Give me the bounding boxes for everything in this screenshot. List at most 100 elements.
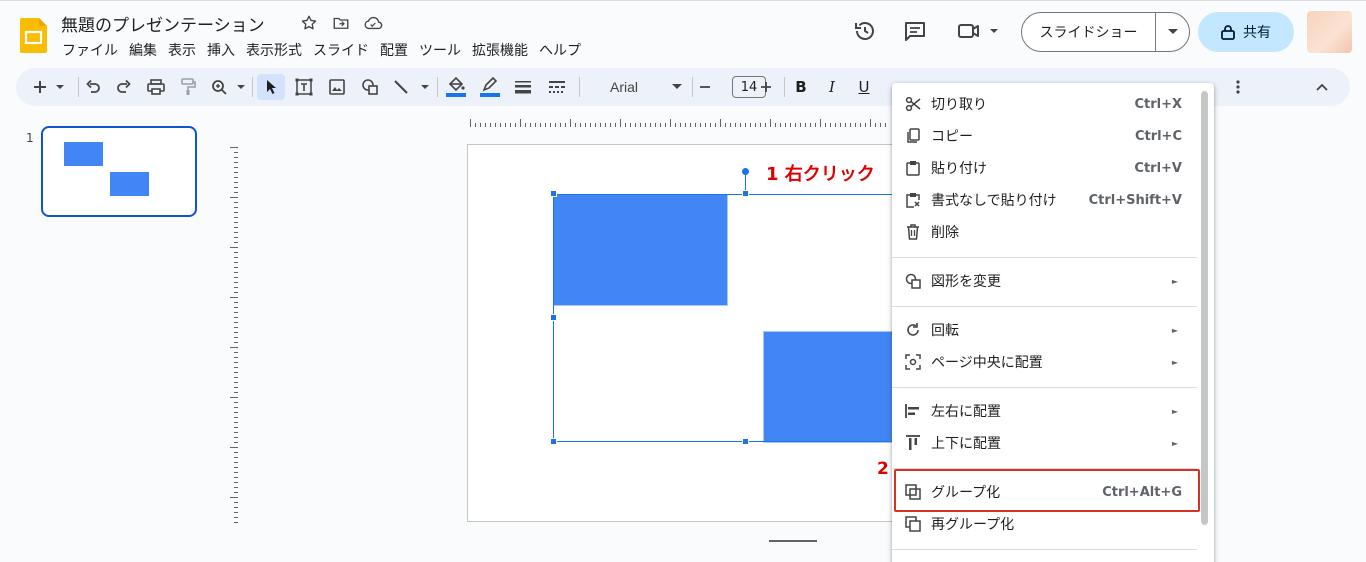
menu-item-paste[interactable]: 貼り付け Ctrl+V [892, 152, 1198, 184]
align-horizontal-icon [904, 402, 922, 420]
bold-button[interactable]: B [789, 74, 813, 100]
comments-icon[interactable] [902, 18, 928, 44]
menu-item-shortcut: Ctrl+Alt+G [1102, 484, 1182, 500]
border-dash-icon[interactable] [544, 74, 570, 100]
fill-color-icon[interactable] [443, 74, 469, 100]
menu-item-delete[interactable]: 削除 [892, 216, 1198, 248]
decrease-font-size-icon[interactable] [694, 74, 716, 100]
rectangle-shape[interactable] [763, 331, 903, 443]
insert-image-icon[interactable] [324, 74, 350, 100]
border-weight-icon[interactable] [510, 74, 536, 100]
version-history-icon[interactable] [852, 18, 878, 44]
slide-number: 1 [26, 131, 34, 145]
menu-item-change-shape[interactable]: 図形を変更 ► [892, 265, 1198, 297]
menu-tools[interactable]: ツール [419, 39, 467, 61]
chevron-down-icon [672, 84, 682, 89]
submenu-arrow-icon: ► [1171, 406, 1178, 416]
menu-item-paste-without-formatting[interactable]: 書式なしで貼り付け Ctrl+Shift+V [892, 184, 1198, 216]
resize-handle[interactable] [742, 438, 749, 445]
menu-item-label: 再グループ化 [931, 517, 1015, 533]
menu-insert[interactable]: 挿入 [207, 39, 241, 61]
context-menu-scrollbar[interactable] [1201, 91, 1208, 525]
cloud-saved-icon[interactable] [362, 12, 384, 34]
menu-bar: ファイル 編集 表示 挿入 表示形式 スライド 配置 ツール 拡張機能 ヘルプ [62, 39, 592, 61]
google-slides-logo[interactable] [20, 18, 47, 53]
step1-annotation: 1 右クリック [766, 164, 875, 185]
toolbar-divider [784, 77, 785, 97]
shape-icon[interactable] [357, 74, 383, 100]
slide-thumbnail[interactable] [41, 126, 197, 217]
share-button[interactable]: 共有 [1198, 12, 1294, 52]
menu-item-label: グループ化 [931, 485, 1001, 501]
resize-handle[interactable] [550, 190, 557, 197]
slideshow-label[interactable]: スライドショー [1022, 22, 1155, 42]
menu-extensions[interactable]: 拡張機能 [472, 39, 534, 61]
menu-item-label: 書式なしで貼り付け [931, 193, 1057, 209]
font-family-select[interactable]: Arial [594, 74, 686, 100]
rectangle-shape[interactable] [553, 194, 728, 306]
collapse-menus-icon[interactable] [1310, 74, 1334, 100]
speaker-notes-handle[interactable] [769, 540, 817, 542]
meet-video-icon[interactable] [956, 18, 1002, 44]
underline-button[interactable]: U [852, 74, 876, 100]
menu-slide[interactable]: スライド [313, 39, 375, 61]
increase-font-size-icon[interactable] [754, 74, 778, 100]
toolbar-divider [252, 77, 253, 97]
menu-item-align-horizontally[interactable]: 左右に配置 ► [892, 395, 1198, 427]
menu-item-shortcut: Ctrl+Shift+V [1088, 192, 1182, 208]
menu-item-align-vertically[interactable]: 上下に配置 ► [892, 427, 1198, 459]
rotation-handle[interactable] [742, 168, 749, 175]
print-icon[interactable] [143, 74, 169, 100]
menu-file[interactable]: ファイル [62, 39, 124, 61]
menu-item-group[interactable]: グループ化 Ctrl+Alt+G [892, 476, 1198, 508]
menu-divider [892, 387, 1197, 388]
menu-arrange[interactable]: 配置 [380, 39, 414, 61]
document-title[interactable]: 無題のプレゼンテーション [61, 11, 265, 36]
share-label: 共有 [1243, 25, 1271, 41]
resize-handle[interactable] [742, 190, 749, 197]
menu-item-center-on-page[interactable]: ページ中央に配置 ► [892, 346, 1198, 378]
vertical-ruler[interactable] [228, 147, 238, 527]
redo-icon[interactable] [111, 74, 137, 100]
select-cursor-icon[interactable] [257, 74, 285, 100]
resize-handle[interactable] [550, 438, 557, 445]
slideshow-options-chevron-icon[interactable] [1156, 29, 1189, 35]
submenu-arrow-icon: ► [1171, 325, 1178, 335]
menu-item-regroup[interactable]: 再グループ化 [892, 508, 1198, 540]
avatar[interactable] [1307, 11, 1352, 53]
text-box-icon[interactable] [291, 74, 317, 100]
menu-item-label: 回転 [931, 323, 959, 339]
new-slide-plus-icon[interactable] [28, 74, 68, 100]
submenu-arrow-icon: ► [1171, 357, 1178, 367]
copy-icon [904, 127, 922, 145]
clipboard-icon [904, 159, 922, 177]
star-icon[interactable] [298, 12, 320, 34]
more-options-icon[interactable] [1226, 74, 1250, 100]
paint-format-icon[interactable] [175, 74, 201, 100]
align-vertical-icon [904, 434, 922, 452]
undo-icon[interactable] [80, 74, 106, 100]
move-to-folder-icon[interactable] [330, 12, 352, 34]
menu-item-cut[interactable]: 切り取り Ctrl+X [892, 88, 1198, 120]
menu-item-rotate[interactable]: 回転 ► [892, 314, 1198, 346]
zoom-icon[interactable] [210, 74, 248, 100]
line-icon[interactable] [391, 74, 431, 100]
toolbar-divider [78, 77, 79, 97]
resize-handle[interactable] [550, 314, 557, 321]
menu-help[interactable]: ヘルプ [539, 39, 587, 61]
menu-view[interactable]: 表示 [168, 39, 202, 61]
menu-format[interactable]: 表示形式 [246, 39, 308, 61]
menu-divider [892, 549, 1197, 550]
border-color-icon[interactable] [477, 74, 503, 100]
slideshow-button[interactable]: スライドショー [1021, 12, 1190, 52]
horizontal-ruler[interactable] [470, 117, 890, 127]
thumbnail-shape [64, 142, 103, 166]
menu-divider [892, 468, 1197, 469]
menu-divider [892, 257, 1197, 258]
menu-edit[interactable]: 編集 [129, 39, 163, 61]
menu-divider [892, 306, 1197, 307]
toolbar-divider [692, 77, 693, 97]
menu-item-label: ページ中央に配置 [931, 355, 1043, 371]
italic-button[interactable]: I [820, 74, 844, 100]
menu-item-copy[interactable]: コピー Ctrl+C [892, 120, 1198, 152]
